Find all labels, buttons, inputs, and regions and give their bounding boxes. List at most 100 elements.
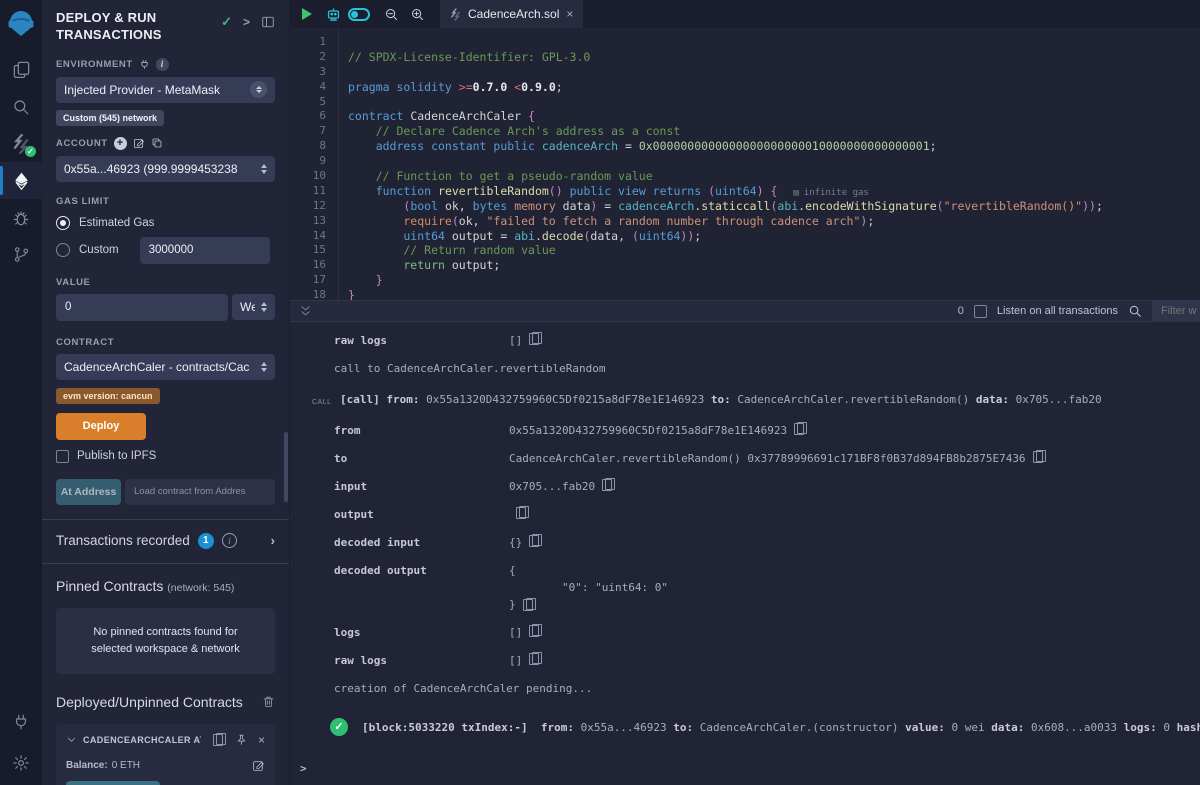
copy-icon[interactable] bbox=[523, 598, 535, 611]
pin-panel-icon[interactable] bbox=[261, 15, 275, 29]
terminal-row: decoded input{} bbox=[334, 534, 1200, 551]
run-script-button[interactable] bbox=[302, 8, 312, 20]
terminal-search-icon[interactable] bbox=[1128, 304, 1142, 318]
add-account-icon[interactable]: + bbox=[114, 137, 127, 150]
line-number: 3 bbox=[290, 65, 326, 80]
value-unit-caret-icon bbox=[261, 302, 267, 312]
balance-value: 0 ETH bbox=[112, 760, 140, 771]
contract-select[interactable]: CadenceArchCaler - contracts/Cac bbox=[56, 354, 275, 380]
copy-icon[interactable] bbox=[529, 652, 541, 665]
environment-plug-icon[interactable] bbox=[139, 59, 150, 70]
panel-scrollbar[interactable] bbox=[284, 432, 288, 502]
line-number: 9 bbox=[290, 154, 326, 169]
value-input[interactable] bbox=[56, 294, 228, 321]
line-number: 15 bbox=[290, 243, 326, 258]
edit-balance-icon[interactable] bbox=[252, 759, 265, 772]
call-tag: call bbox=[312, 394, 332, 411]
listen-count: 0 bbox=[958, 305, 964, 317]
copy-icon[interactable] bbox=[529, 534, 541, 547]
tab-close-icon[interactable]: × bbox=[566, 7, 573, 21]
at-address-button[interactable]: At Address bbox=[56, 479, 121, 505]
terminal-header: 0 Listen on all transactions bbox=[290, 301, 1200, 322]
contract-value: CadenceArchCaler - contracts/Cac bbox=[64, 360, 255, 374]
estimated-gas-radio[interactable] bbox=[56, 216, 70, 230]
environment-label-row: ENVIRONMENT i bbox=[56, 58, 275, 71]
custom-gas-radio[interactable] bbox=[56, 243, 70, 257]
copy-icon[interactable] bbox=[516, 506, 528, 519]
no-pinned-contracts-card: No pinned contracts found for selected w… bbox=[56, 608, 275, 674]
git-branch-icon bbox=[13, 246, 30, 263]
terminal-row: from0x55a1320D432759960C5Df0215a8dF78e1E… bbox=[334, 422, 1200, 439]
transactions-expand-icon[interactable]: › bbox=[271, 533, 275, 548]
estimated-gas-option[interactable]: Estimated Gas bbox=[56, 216, 275, 230]
listen-checkbox[interactable] bbox=[974, 305, 987, 318]
transactions-info-icon[interactable]: i bbox=[222, 533, 237, 548]
sidebar-item-git[interactable] bbox=[0, 236, 42, 273]
panel-forward-icon[interactable]: > bbox=[243, 15, 250, 29]
remix-logo-icon[interactable] bbox=[3, 5, 39, 41]
code-line bbox=[348, 95, 1200, 110]
sidebar-item-file-explorer[interactable] bbox=[0, 51, 42, 88]
custom-gas-option[interactable]: Custom bbox=[56, 243, 119, 257]
copy-address-icon[interactable] bbox=[213, 733, 225, 746]
line-number: 11 bbox=[290, 184, 326, 199]
terminal-prompt[interactable]: > bbox=[300, 762, 1200, 775]
contract-function-button[interactable]: cadenceArch bbox=[66, 781, 160, 785]
copy-icon[interactable] bbox=[529, 332, 541, 345]
ai-toggle[interactable] bbox=[346, 0, 372, 28]
editor-code[interactable]: // SPDX-License-Identifier: GPL-3.0 prag… bbox=[338, 28, 1200, 300]
copy-icon[interactable] bbox=[602, 478, 614, 491]
expand-terminal-icon[interactable] bbox=[300, 305, 311, 317]
account-caret-icon bbox=[261, 164, 267, 174]
divider bbox=[42, 563, 289, 564]
code-line: } bbox=[348, 288, 1200, 300]
publish-ipfs-row[interactable]: Publish to IPFS bbox=[56, 450, 275, 463]
code-line: (bool ok, bytes memory data) = cadenceAr… bbox=[348, 199, 1200, 214]
evm-version-badge: evm version: cancun bbox=[56, 388, 160, 404]
files-icon bbox=[12, 60, 31, 79]
chevron-down-icon[interactable] bbox=[66, 734, 77, 745]
copy-icon[interactable] bbox=[529, 624, 541, 637]
terminal-row: logs[] bbox=[334, 624, 1200, 641]
terminal-output[interactable]: raw logs[]call to CadenceArchCaler.rever… bbox=[290, 322, 1200, 785]
tab-cadencearch-sol[interactable]: CadenceArch.sol × bbox=[440, 0, 583, 28]
copy-icon[interactable] bbox=[1033, 450, 1045, 463]
value-unit-select[interactable]: Wei bbox=[232, 294, 275, 320]
publish-ipfs-label: Publish to IPFS bbox=[77, 450, 156, 462]
zoom-in-button[interactable] bbox=[404, 0, 430, 28]
search-icon bbox=[12, 98, 30, 116]
sidebar-item-debugger[interactable] bbox=[0, 199, 42, 236]
compile-success-badge: ✓ bbox=[25, 146, 36, 157]
sidebar-item-search[interactable] bbox=[0, 88, 42, 125]
pin-contract-icon[interactable] bbox=[235, 733, 248, 746]
copy-account-icon[interactable] bbox=[151, 137, 163, 149]
code-line: address constant public cadenceArch = 0x… bbox=[348, 139, 1200, 154]
environment-info-icon[interactable]: i bbox=[156, 58, 169, 71]
balance-label: Balance: bbox=[66, 760, 108, 771]
custom-gas-input[interactable] bbox=[140, 237, 270, 264]
zoom-out-button[interactable] bbox=[378, 0, 404, 28]
environment-select[interactable]: Injected Provider - MetaMask bbox=[56, 77, 275, 103]
code-line bbox=[348, 154, 1200, 169]
account-select[interactable]: 0x55a...46923 (999.9999453238 bbox=[56, 156, 275, 182]
trash-icon[interactable] bbox=[262, 695, 275, 708]
sign-message-icon[interactable] bbox=[133, 137, 145, 149]
at-address-input[interactable] bbox=[125, 479, 275, 505]
deploy-button[interactable]: Deploy bbox=[56, 413, 146, 440]
ai-assistant-button[interactable] bbox=[320, 0, 346, 28]
line-number: 17 bbox=[290, 273, 326, 288]
account-value: 0x55a...46923 (999.9999453238 bbox=[64, 162, 255, 176]
sidebar-item-solidity-compiler[interactable]: ✓ bbox=[0, 125, 42, 162]
sidebar-item-settings[interactable] bbox=[0, 744, 42, 781]
environment-label: ENVIRONMENT bbox=[56, 59, 133, 70]
code-line: // SPDX-License-Identifier: GPL-3.0 bbox=[348, 50, 1200, 65]
gear-icon bbox=[12, 754, 30, 772]
code-editor[interactable]: 123456789101112131415161718 // SPDX-Lice… bbox=[290, 28, 1200, 300]
close-contract-icon[interactable]: × bbox=[258, 733, 265, 747]
terminal-filter-input[interactable] bbox=[1152, 301, 1200, 322]
line-number: 14 bbox=[290, 229, 326, 244]
publish-ipfs-checkbox[interactable] bbox=[56, 450, 69, 463]
copy-icon[interactable] bbox=[794, 422, 806, 435]
sidebar-item-plugin-manager[interactable] bbox=[0, 703, 42, 740]
sidebar-item-deploy-run[interactable] bbox=[0, 162, 42, 199]
